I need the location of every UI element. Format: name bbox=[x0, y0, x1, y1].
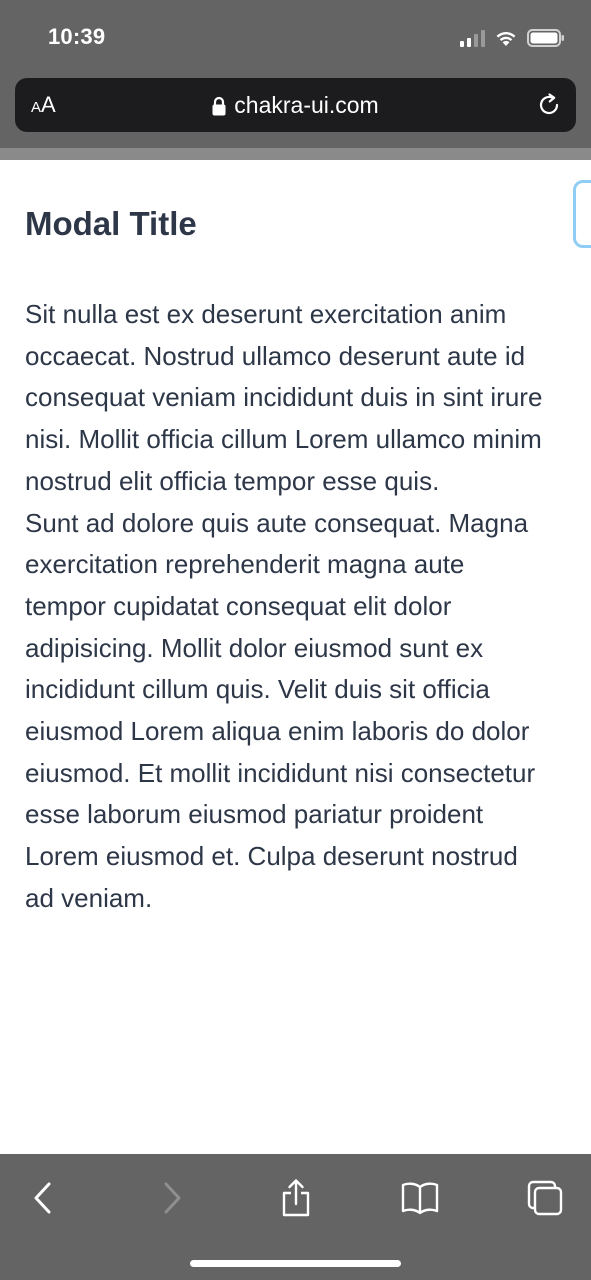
modal-body-line: eiusmod Lorem aliqua enim laboris do dol… bbox=[25, 716, 530, 747]
modal-body-line: occaecat. Nostrud ullamco deserunt aute … bbox=[25, 340, 526, 371]
chevron-right-icon bbox=[164, 1182, 181, 1214]
browser-bottom-toolbar bbox=[0, 1154, 591, 1280]
modal-body-line: Sunt ad dolore quis aute consequat. Magn… bbox=[25, 507, 529, 538]
modal-body-line: ad veniam. bbox=[25, 882, 153, 913]
modal-body-line: Sit nulla est ex deserunt exercitation a… bbox=[25, 299, 507, 329]
modal-body-line: incididunt cillum quis. Velit duis sit o… bbox=[25, 674, 490, 705]
modal-title: Modal Title bbox=[25, 205, 197, 242]
modal-close-button[interactable] bbox=[573, 180, 591, 248]
tabs-icon bbox=[527, 1180, 563, 1216]
modal-overlay-edge bbox=[0, 148, 591, 160]
modal-body: Sit nulla est ex deserunt exercitation a… bbox=[25, 294, 591, 920]
modal-dialog: Modal Title Sit nulla est ex deserunt ex… bbox=[0, 160, 591, 1154]
page-content: Modal Title Sit nulla est ex deserunt ex… bbox=[0, 148, 591, 1154]
tabs-button[interactable] bbox=[523, 1176, 567, 1220]
share-icon bbox=[282, 1179, 310, 1217]
modal-body-line: Lorem eiusmod et. Culpa deserunt nostrud bbox=[25, 841, 518, 872]
browser-top-chrome: 10:39 AA AA bbox=[0, 0, 591, 148]
address-bar[interactable]: AA AA chakra-ui.com bbox=[15, 78, 576, 132]
url-text: chakra-ui.com bbox=[234, 92, 379, 118]
modal-body-line: tempor cupidatat consequat elit dolor bbox=[25, 590, 452, 621]
wifi-icon bbox=[496, 32, 516, 46]
modal-body-line: esse laborum eiusmod pariatur proident bbox=[25, 799, 484, 830]
bookmarks-button[interactable] bbox=[398, 1176, 442, 1220]
modal-body-line: eiusmod. Et mollit incididunt nisi conse… bbox=[25, 757, 536, 788]
book-icon bbox=[401, 1182, 439, 1215]
modal-body-line: adipisicing. Mollit dolor eiusmod sunt e… bbox=[25, 632, 484, 663]
status-time: 10:39 bbox=[48, 24, 106, 49]
back-button[interactable] bbox=[21, 1176, 65, 1220]
signal-icon bbox=[460, 29, 485, 47]
reload-icon[interactable] bbox=[536, 92, 562, 118]
modal-body-line: nostrud elit officia tempor esse quis. bbox=[25, 465, 440, 496]
status-icons bbox=[460, 26, 565, 50]
battery-icon bbox=[527, 29, 564, 47]
url-display[interactable]: chakra-ui.com bbox=[15, 91, 576, 119]
phone-screen: 10:39 AA AA bbox=[0, 0, 591, 1280]
modal-body-line: nisi. Mollit officia cillum Lorem ullamc… bbox=[25, 424, 542, 455]
lock-icon bbox=[212, 96, 226, 116]
modal-body-line: consequat veniam incididunt duis in sint… bbox=[25, 382, 543, 413]
modal-body-line: exercitation reprehenderit magna aute bbox=[25, 549, 465, 580]
home-indicator[interactable] bbox=[190, 1260, 401, 1267]
forward-button[interactable] bbox=[150, 1176, 194, 1220]
share-button[interactable] bbox=[274, 1176, 318, 1220]
chevron-left-icon bbox=[34, 1182, 51, 1214]
